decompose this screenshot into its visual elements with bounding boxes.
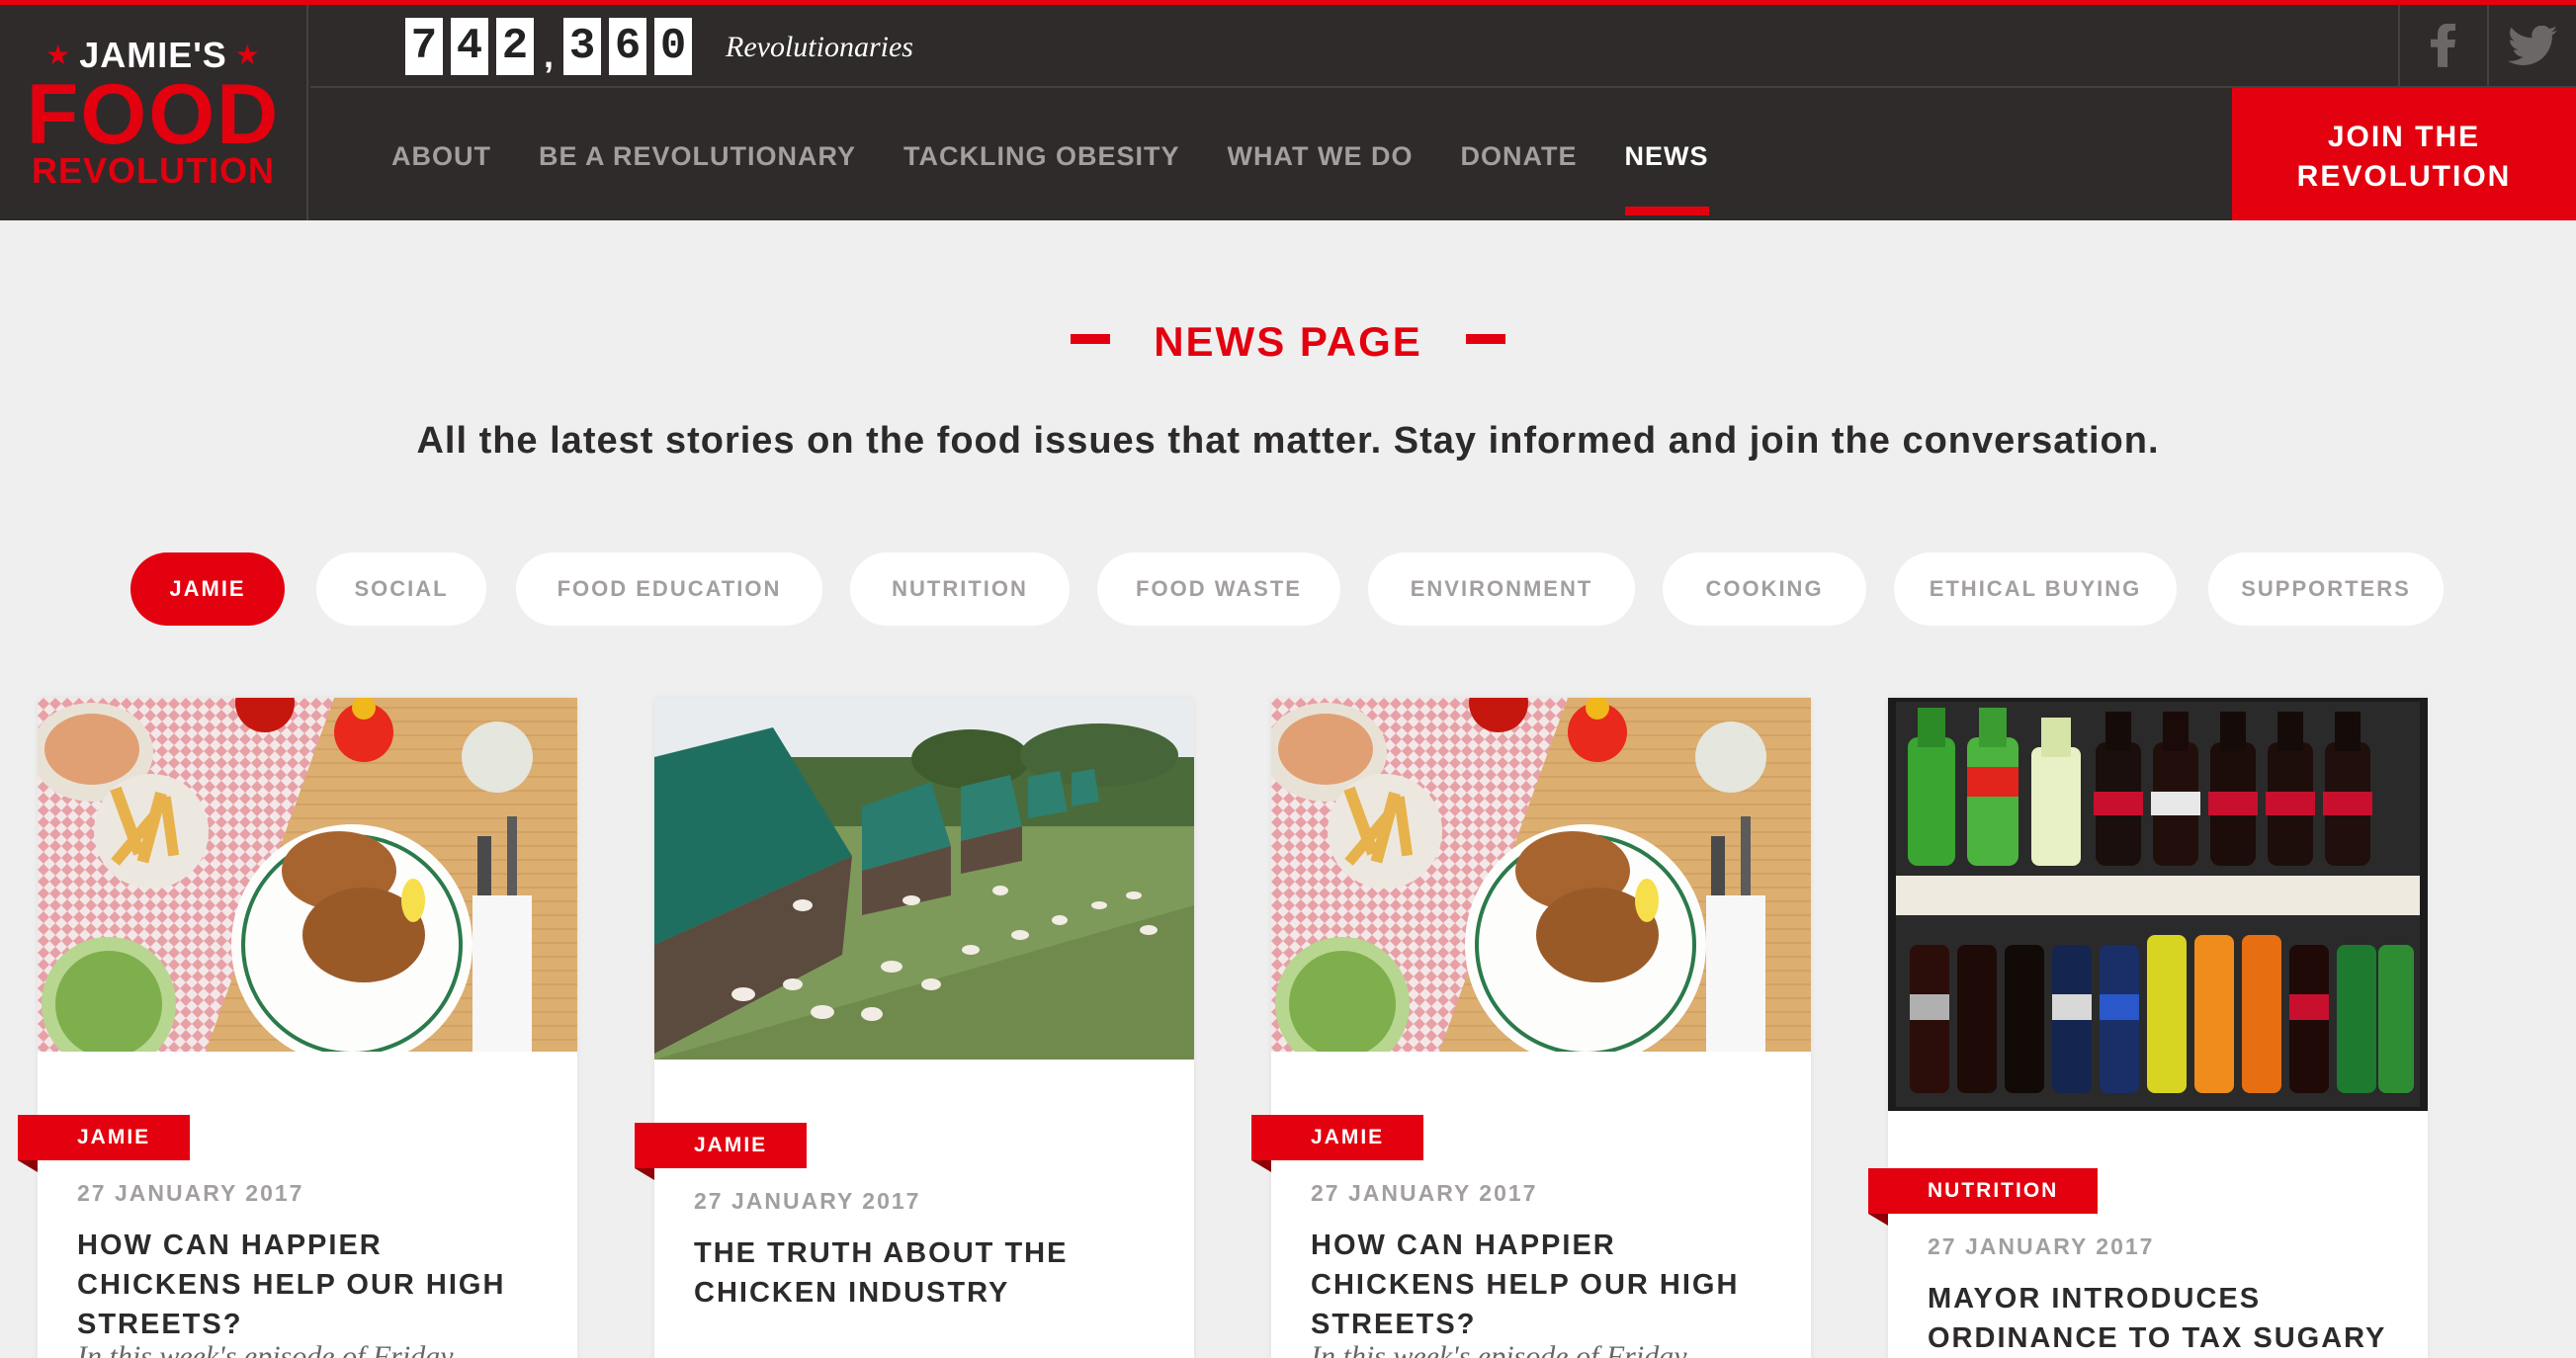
join-button-label: JOIN THE REVOLUTION	[2296, 121, 2512, 193]
free-range-chicken-farm-image	[654, 698, 1194, 1060]
news-card[interactable]: JAMIE 27 JANUARY 2017 HOW CAN HAPPIER CH…	[18, 698, 577, 1358]
card-date: 27 JANUARY 2017	[77, 1180, 304, 1206]
card-image-soda-fridge[interactable]	[1888, 698, 2428, 1111]
card-tag[interactable]: JAMIE	[18, 1115, 191, 1172]
filter-ethical-buying[interactable]: ETHICAL BUYING	[1894, 552, 2177, 626]
logo-line-3: REVOLUTION	[31, 150, 275, 191]
roast-chicken-plate-image	[1271, 698, 1811, 1052]
page-title: NEWS PAGE	[0, 318, 2576, 366]
nav-donate[interactable]: DONATE	[1461, 141, 1578, 220]
soda-fridge-image	[1888, 698, 2428, 1111]
roast-chicken-plate-image	[38, 698, 577, 1052]
filter-food-education[interactable]: FOOD EDUCATION	[516, 552, 822, 626]
filter-environment[interactable]: ENVIRONMENT	[1368, 552, 1635, 626]
nav-be-a-revolutionary[interactable]: BE A REVOLUTIONARY	[539, 141, 856, 220]
site-logo[interactable]: ★ JAMIE'S ★ FOOD REVOLUTION	[0, 5, 308, 220]
card-tag[interactable]: JAMIE	[635, 1123, 808, 1180]
revolutionaries-counter-bar: 7 4 2 , 3 6 0 Revolutionaries	[310, 5, 2576, 88]
filter-supporters[interactable]: SUPPORTERS	[2208, 552, 2444, 626]
site-header: ★ JAMIE'S ★ FOOD REVOLUTION 7 4 2 , 3 6 0 …	[0, 5, 2576, 220]
card-date: 27 JANUARY 2017	[1311, 1180, 1538, 1206]
counter-label: Revolutionaries	[726, 31, 913, 63]
filter-social[interactable]: SOCIAL	[316, 552, 486, 626]
heading-dash-left	[1071, 334, 1111, 344]
counter-separator: ,	[544, 35, 555, 75]
revolutionaries-counter: 7 4 2 , 3 6 0	[405, 18, 700, 75]
counter-digit: 4	[451, 18, 488, 75]
card-tag[interactable]: JAMIE	[1251, 1115, 1424, 1172]
nav-tackling-obesity[interactable]: TACKLING OBESITY	[903, 141, 1180, 220]
card-title[interactable]: HOW CAN HAPPIER CHICKENS HELP OUR HIGH S…	[1311, 1226, 1785, 1344]
star-icon: ★	[45, 40, 72, 70]
filter-jamie[interactable]: JAMIE	[130, 552, 285, 626]
filter-nutrition[interactable]: NUTRITION	[850, 552, 1070, 626]
nav-what-we-do[interactable]: WHAT WE DO	[1228, 141, 1414, 220]
card-excerpt: In this week's episode of Friday...	[1311, 1340, 1708, 1358]
logo-line-2: FOOD	[26, 67, 281, 162]
counter-digit: 2	[496, 18, 534, 75]
card-image-chicken-farm[interactable]	[654, 698, 1194, 1060]
news-card[interactable]: JAMIE 27 JANUARY 2017 HOW CAN HAPPIER CH…	[1251, 698, 1811, 1358]
facebook-link[interactable]	[2398, 5, 2487, 86]
heading-dash-right	[1465, 334, 1505, 344]
main-nav: ABOUT BE A REVOLUTIONARY TACKLING OBESIT…	[391, 141, 1757, 220]
card-excerpt: In this week's episode of Friday...	[77, 1340, 474, 1358]
card-image-roast-chicken[interactable]	[1271, 698, 1811, 1052]
counter-digit: 7	[405, 18, 443, 75]
page-title-text: NEWS PAGE	[1154, 318, 1422, 365]
page-intro: All the latest stories on the food issue…	[416, 420, 2160, 462]
card-title[interactable]: THE TRUTH ABOUT THE CHICKEN INDUSTRY	[694, 1233, 1168, 1313]
facebook-icon	[2431, 24, 2455, 67]
counter-digit: 6	[609, 18, 647, 75]
card-title[interactable]: MAYOR INTRODUCES ORDINANCE TO TAX SUGARY	[1928, 1279, 2402, 1358]
twitter-icon	[2508, 26, 2557, 65]
card-tag[interactable]: NUTRITION	[1868, 1168, 2099, 1226]
card-image-roast-chicken[interactable]	[38, 698, 577, 1052]
card-date: 27 JANUARY 2017	[1928, 1233, 2155, 1259]
counter-digit: 0	[654, 18, 693, 75]
twitter-link[interactable]	[2487, 5, 2576, 86]
counter-digit: 3	[563, 18, 602, 75]
nav-about[interactable]: ABOUT	[391, 141, 491, 220]
news-card[interactable]: JAMIE 27 JANUARY 2017 THE TRUTH ABOUT TH…	[635, 698, 1194, 1358]
filter-food-waste[interactable]: FOOD WASTE	[1097, 552, 1340, 626]
filter-cooking[interactable]: COOKING	[1663, 552, 1866, 626]
join-the-revolution-button[interactable]: JOIN THE REVOLUTION	[2232, 88, 2576, 220]
card-title[interactable]: HOW CAN HAPPIER CHICKENS HELP OUR HIGH S…	[77, 1226, 552, 1344]
star-icon: ★	[234, 40, 261, 70]
card-date: 27 JANUARY 2017	[694, 1188, 921, 1214]
nav-news[interactable]: NEWS	[1624, 141, 1709, 220]
social-links	[2398, 5, 2576, 86]
news-card[interactable]: NUTRITION 27 JANUARY 2017 MAYOR INTRODUC…	[1868, 698, 2428, 1358]
